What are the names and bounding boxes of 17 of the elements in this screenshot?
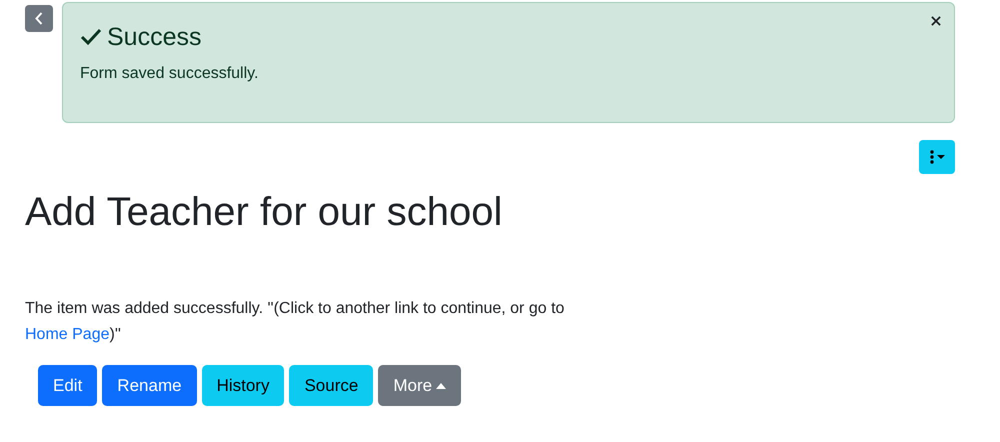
alert-title: Success: [107, 22, 202, 53]
close-icon: [931, 16, 941, 26]
kebab-caret-icon: [928, 150, 946, 164]
action-button[interactable]: Source: [289, 365, 374, 406]
result-message: The item was added successfully. ''(Click to another link to continue, or go to Home Page)'': [25, 299, 566, 345]
caret-up-icon: [436, 382, 446, 388]
options-menu-button[interactable]: [919, 140, 955, 174]
back-button[interactable]: [25, 5, 53, 32]
action-button[interactable]: History: [202, 365, 284, 406]
page-title: Add Teacher for our school: [25, 189, 504, 236]
home-page-link[interactable]: Home Page: [25, 326, 110, 343]
check-icon: [80, 28, 102, 46]
action-button[interactable]: Rename: [102, 365, 197, 406]
action-button[interactable]: Edit: [38, 365, 98, 406]
more-dropdown-button[interactable]: More: [378, 365, 462, 406]
chevron-left-icon: [35, 12, 43, 25]
alert-message: Form saved successfully.: [80, 65, 260, 83]
